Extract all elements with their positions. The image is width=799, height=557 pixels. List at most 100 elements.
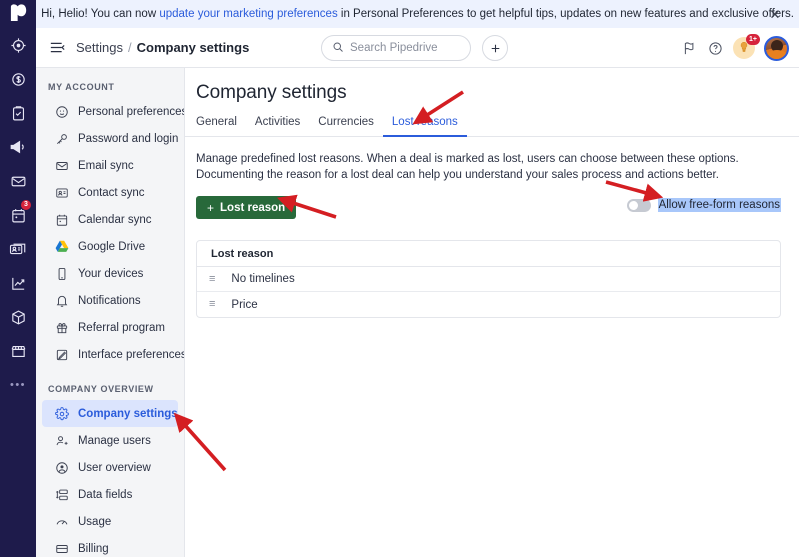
user-circle-icon (54, 104, 69, 119)
sidebar-item-data-fields[interactable]: Data fields (42, 481, 178, 508)
sidebar-item-label: Notifications (78, 294, 141, 307)
table-row[interactable]: ≡ Price (197, 292, 780, 317)
bell-icon (54, 293, 69, 308)
breadcrumb-current: Company settings (136, 40, 250, 55)
breadcrumb-settings[interactable]: Settings (76, 40, 123, 55)
rail-calendar-badge: 3 (21, 200, 31, 210)
sidebar-item-usage[interactable]: Usage (42, 508, 178, 535)
edit-square-icon (54, 347, 69, 362)
tips-bulb-button[interactable]: 1+ (733, 34, 760, 59)
user-circle-icon (54, 460, 69, 475)
sidebar-item-billing[interactable]: Billing (42, 535, 178, 557)
rail-item-calendar[interactable]: 3 (0, 198, 36, 232)
sidebar-item-label: Personal preferences (78, 105, 185, 118)
rail-item-products[interactable] (0, 300, 36, 334)
calendar-icon (54, 212, 69, 227)
rail-item-target-icon[interactable] (0, 28, 36, 62)
sidebar-item-label: Your devices (78, 267, 144, 280)
sidebar-item-calendar-sync[interactable]: Calendar sync (42, 206, 178, 233)
global-nav-rail: 3 ••• (0, 0, 36, 557)
drag-handle-icon[interactable]: ≡ (209, 299, 215, 310)
free-form-toggle-group[interactable]: Allow free-form reasons (626, 198, 781, 212)
pipedrive-logo[interactable] (0, 0, 36, 28)
sidebar-item-user-overview[interactable]: User overview (42, 454, 178, 481)
sidebar-item-label: Password and login (78, 132, 179, 145)
settings-tabs: General Activities Currencies Lost reaso… (185, 116, 799, 137)
sidebar-item-label: Manage users (78, 434, 151, 447)
mobile-phone-icon (54, 266, 69, 281)
sidebar-item-label: Calendar sync (78, 213, 152, 226)
sidebar-item-label: Interface preferences (78, 348, 185, 361)
banner-message: Hi, Helio! You can now update your marke… (41, 8, 794, 20)
contacts-card-icon (9, 240, 27, 258)
sidebar-item-your-devices[interactable]: Your devices (42, 260, 178, 287)
free-form-toggle[interactable] (626, 198, 651, 212)
notification-badge: 1+ (746, 34, 760, 45)
sidebar-item-interface-preferences[interactable]: Interface preferences (42, 341, 184, 368)
sidebar-item-referral-program[interactable]: Referral program (42, 314, 178, 341)
sidebar-item-personal-preferences[interactable]: Personal preferences (42, 98, 184, 125)
sidebar-item-label: Usage (78, 515, 112, 528)
sidebar-item-manage-users[interactable]: Manage users (42, 427, 178, 454)
insights-chart-icon (10, 275, 27, 292)
banner-text-before: Hi, Helio! You can now (41, 8, 160, 20)
sidebar-item-label: Google Drive (78, 240, 146, 253)
breadcrumb-separator: / (127, 40, 132, 55)
sidebar-item-email-sync[interactable]: Email sync (42, 152, 178, 179)
marketing-banner: Hi, Helio! You can now update your marke… (36, 0, 799, 28)
help-question-icon[interactable] (706, 39, 724, 57)
avatar[interactable] (764, 35, 789, 61)
drag-handle-icon[interactable]: ≡ (209, 273, 215, 285)
credit-card-icon (54, 541, 69, 556)
tab-currencies[interactable]: Currencies (309, 116, 383, 137)
tab-activities[interactable]: Activities (246, 116, 309, 137)
tab-lost-reasons[interactable]: Lost reasons (382, 116, 467, 137)
sidebar-item-label: User overview (78, 461, 151, 474)
table-row[interactable]: ≡ No timelines (197, 267, 780, 292)
table-cell-lost-reason: Price (231, 298, 258, 311)
whats-new-flag-icon[interactable] (679, 39, 697, 57)
rail-item-activities[interactable] (0, 96, 36, 130)
banner-link[interactable]: update your marketing preferences (159, 8, 337, 20)
rail-item-more[interactable]: ••• (0, 368, 36, 402)
add-lost-reason-label: Lost reason (220, 201, 286, 214)
sidebar-item-google-drive[interactable]: Google Drive (42, 233, 178, 260)
add-lost-reason-button[interactable]: + Lost reason (196, 196, 297, 219)
close-icon[interactable]: ✕ (767, 6, 783, 22)
key-icon (54, 131, 69, 146)
data-fields-icon (54, 487, 69, 502)
sidebar-item-contact-sync[interactable]: Contact sync (42, 179, 178, 206)
target-icon (10, 37, 27, 54)
rail-item-contacts[interactable] (0, 232, 36, 266)
sidebar-item-label: Email sync (78, 159, 134, 172)
search-input[interactable] (350, 42, 455, 54)
user-add-icon (54, 433, 69, 448)
contact-card-icon (54, 185, 69, 200)
banner-text-after: in Personal Preferences to get helpful t… (337, 8, 794, 20)
sidebar-item-label: Company settings (78, 407, 178, 420)
hamburger-collapse-icon[interactable] (48, 39, 66, 57)
search-box[interactable] (321, 35, 471, 61)
sidebar-item-label: Contact sync (78, 186, 145, 199)
add-button[interactable] (482, 35, 508, 61)
tab-general[interactable]: General (196, 116, 246, 137)
free-form-toggle-label: Allow free-form reasons (657, 198, 781, 212)
rail-item-insights[interactable] (0, 266, 36, 300)
marketplace-shop-icon (10, 343, 27, 360)
gauge-icon (54, 514, 69, 529)
plus-icon: + (207, 200, 215, 215)
rail-item-marketplace[interactable] (0, 334, 36, 368)
sidebar-item-company-settings[interactable]: Company settings (42, 400, 178, 427)
header-actions: 1+ (679, 28, 789, 68)
rail-item-deals[interactable] (0, 62, 36, 96)
app-root: 3 ••• Hi, Helio! You can now update your… (0, 0, 799, 557)
sidebar-item-password-and-login[interactable]: Password and login (42, 125, 178, 152)
rail-item-campaigns[interactable] (0, 130, 36, 164)
rail-item-mail[interactable] (0, 164, 36, 198)
sidebar-group-title-my-account: MY ACCOUNT (48, 82, 115, 92)
gift-icon (54, 320, 69, 335)
envelope-icon (54, 158, 69, 173)
settings-sidebar: MY ACCOUNT Personal preferences Password… (36, 68, 185, 557)
sidebar-item-notifications[interactable]: Notifications (42, 287, 178, 314)
table-column-header: Lost reason (197, 241, 780, 267)
